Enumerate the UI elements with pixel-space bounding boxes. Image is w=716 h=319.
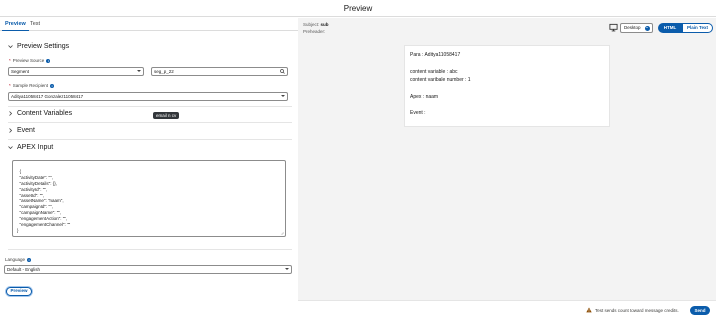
- language-label: Language i: [5, 257, 32, 262]
- content-variables-header[interactable]: Content Variables: [8, 110, 72, 117]
- preview-source-value: Segment: [11, 69, 30, 74]
- apex-input-title: APEX Input: [17, 144, 54, 151]
- required-marker: *: [9, 83, 11, 88]
- credits-note-text: Test sends count toward message credits.: [595, 307, 679, 313]
- event-title: Event: [17, 127, 35, 134]
- subject-value: sub: [320, 22, 329, 27]
- email-body: Para : Aditya11058417 content variable :…: [404, 45, 610, 127]
- subject-label: Subject:: [303, 22, 320, 27]
- content-variables-title: Content Variables: [17, 110, 73, 117]
- tooltip: email n cv: [153, 112, 180, 119]
- preview-button[interactable]: Preview: [6, 287, 32, 296]
- info-icon[interactable]: i: [46, 58, 51, 63]
- language-value: Default - English: [7, 267, 41, 272]
- sample-recipient-select[interactable]: Aditya11058417 Gonzalez11058417: [8, 92, 288, 101]
- sample-recipient-value: Aditya11058417 Gonzalez11058417: [11, 94, 84, 99]
- email-line: content varibale number : 1: [410, 77, 471, 83]
- tab-test[interactable]: Test: [27, 20, 43, 31]
- tab-bar: Preview Test: [0, 18, 298, 31]
- preview-source-select[interactable]: Segment: [8, 67, 144, 76]
- language-select[interactable]: Default - English: [4, 265, 292, 274]
- divider: [8, 139, 292, 140]
- chevron-down-icon: [645, 25, 650, 31]
- apex-input-text: { "activityDate": "", "activityDetails":…: [17, 168, 71, 233]
- preview-source-label-text: Preview Source: [12, 58, 45, 63]
- email-line: Event :: [410, 110, 426, 116]
- apex-input-textarea[interactable]: { "activityDate": "", "activityDetails":…: [12, 160, 286, 237]
- divider: [8, 122, 292, 123]
- chevron-down-icon: [8, 146, 13, 150]
- credits-note: Test sends count toward message credits.: [586, 307, 679, 313]
- send-button[interactable]: Send: [690, 306, 710, 315]
- search-icon[interactable]: [280, 69, 285, 74]
- preheader-label: Preheader:: [303, 29, 326, 34]
- subject-line: Subject: sub: [303, 22, 329, 27]
- segment-search-value: seg_p_22: [154, 69, 174, 74]
- language-label-text: Language: [5, 257, 26, 262]
- email-line: Para : Aditya11058417: [410, 52, 461, 58]
- preview-source-label: * Preview Source i: [9, 58, 51, 63]
- email-line: Apex : naam: [410, 94, 439, 100]
- info-icon[interactable]: i: [50, 83, 55, 88]
- preview-settings-header[interactable]: Preview Settings: [8, 43, 69, 50]
- sample-recipient-label-text: Sample Recipient: [12, 83, 49, 88]
- tab-preview[interactable]: Preview: [2, 20, 29, 31]
- apex-input-header[interactable]: APEX Input: [8, 144, 53, 151]
- chevron-right-icon: [9, 128, 13, 133]
- device-select-value: Desktop: [624, 25, 641, 30]
- email-line: content variable : abc: [410, 69, 458, 75]
- resize-handle-icon[interactable]: [280, 231, 284, 235]
- chevron-right-icon: [9, 111, 13, 116]
- required-marker: *: [9, 58, 11, 63]
- segment-search-input[interactable]: seg_p_22: [151, 67, 288, 76]
- info-icon[interactable]: i: [27, 257, 32, 262]
- caret-down-icon: [285, 268, 289, 270]
- modal-title: Preview: [343, 4, 373, 13]
- modal-header: Preview: [0, 0, 716, 17]
- divider: [8, 249, 292, 250]
- sample-recipient-label: * Sample Recipient i: [9, 83, 55, 88]
- html-toggle-button[interactable]: HTML: [658, 23, 682, 33]
- divider: [8, 106, 292, 107]
- plain-text-toggle-button[interactable]: Plain Text: [682, 23, 713, 33]
- caret-down-icon: [281, 95, 285, 97]
- event-header[interactable]: Event: [8, 127, 35, 134]
- chevron-down-icon: [8, 45, 13, 49]
- preview-settings-title: Preview Settings: [17, 43, 70, 50]
- caret-down-icon: [137, 70, 141, 72]
- device-select[interactable]: Desktop: [620, 23, 653, 33]
- warning-icon: [586, 307, 592, 313]
- monitor-icon: [609, 23, 618, 32]
